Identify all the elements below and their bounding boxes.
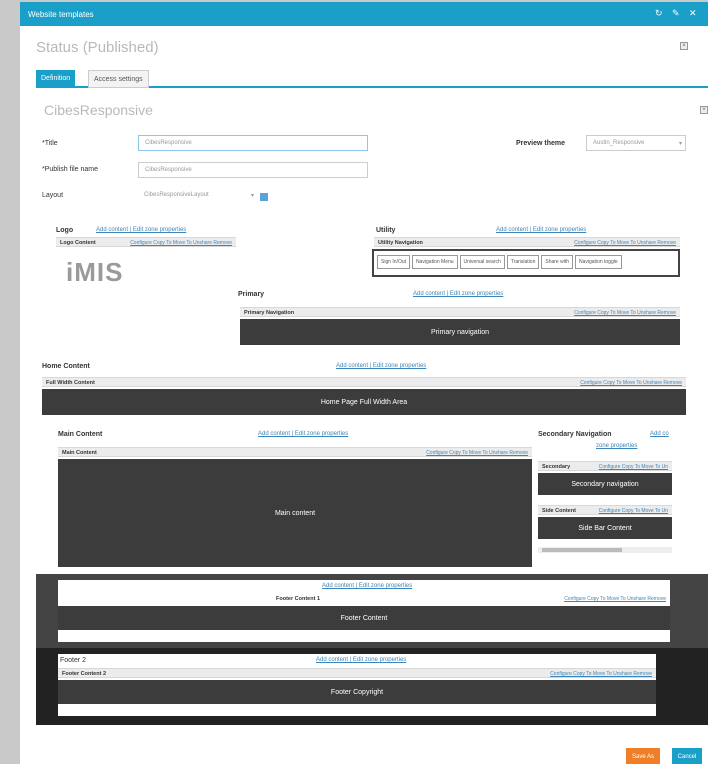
footer-copyright-block[interactable]: Footer Copyright	[58, 680, 656, 704]
utility-item[interactable]: Navigation Menu	[412, 255, 458, 269]
footer2-content-bar: Footer Content 2 Configure Copy To Move …	[58, 668, 656, 678]
side-content-label: Side Content	[542, 508, 576, 514]
footer2-zone-links[interactable]: Add content | Edit zone properties	[316, 657, 406, 663]
template-name-heading: CibesResponsive	[44, 102, 153, 118]
secondary-navigation-block[interactable]: Secondary navigation	[538, 473, 672, 495]
footer2-band: Footer 2 Add content | Edit zone propert…	[36, 648, 708, 725]
footer1-zone-links[interactable]: Add content | Edit zone properties	[322, 583, 412, 589]
utility-item[interactable]: Navigation toggle	[574, 255, 622, 269]
utility-items-row: Sign In/Out Navigation Menu Universal sear…	[372, 249, 680, 277]
full-width-content-actions[interactable]: Configure Copy To Move To Unshare Remove	[580, 380, 682, 386]
main-content-label: Main Content	[62, 450, 97, 456]
chevron-down-icon: ▾	[250, 193, 254, 199]
layout-info-icon[interactable]	[260, 193, 268, 201]
footer1-band: Add content | Edit zone properties Foote…	[36, 574, 708, 648]
close-icon[interactable]: ✕	[689, 8, 697, 19]
publish-file-label: *Publish file name	[42, 166, 99, 173]
cancel-button[interactable]: Cancel	[672, 748, 702, 764]
home-zone-name: Home Content	[42, 363, 90, 370]
home-full-width-block[interactable]: Home Page Full Width Area	[42, 389, 686, 415]
tab-bar: Definition Access settings	[36, 68, 708, 88]
side-content-actions[interactable]: Configure Copy To Move To Un	[599, 508, 668, 514]
layout-label: Layout	[42, 192, 64, 199]
full-width-content-bar: Full Width Content Configure Copy To Mov…	[42, 377, 686, 387]
publish-file-input[interactable]: CibesResponsive	[138, 162, 368, 178]
side-content-bar: Side Content Configure Copy To Move To U…	[538, 505, 672, 515]
main-content-actions[interactable]: Configure Copy To Move To Unshare Remove	[426, 450, 528, 456]
utility-item[interactable]: Translation	[506, 255, 540, 269]
utility-navigation-label: Utility Navigation	[378, 240, 423, 246]
primary-navigation-bar: Primary Navigation Configure Copy To Mov…	[240, 307, 680, 317]
secondary-bar: Secondary Configure Copy To Move To Un	[538, 461, 672, 471]
tab-definition[interactable]: Definition	[36, 70, 76, 88]
utility-zone-links[interactable]: Add content | Edit zone properties	[496, 227, 586, 233]
logo-content-bar: Logo Content Configure Copy To Move To U…	[56, 237, 236, 247]
website-templates-dialog: Website templates ↻ ✎ ✕ Status (Publishe…	[20, 2, 708, 764]
primary-navigation-label: Primary Navigation	[244, 310, 295, 316]
panel-collapse-icon[interactable]: ×	[700, 106, 708, 114]
footer2-content-label: Footer Content 2	[62, 671, 106, 677]
layout-value: CibesResponsiveLayout	[144, 192, 209, 198]
utility-zone-name: Utility	[376, 227, 396, 234]
logo-content-actions[interactable]: Configure Copy To Move To Unshare Remove	[130, 240, 232, 246]
footer1-content-actions[interactable]: Configure Copy To Move To Unshare Remove	[564, 596, 666, 602]
primary-navigation-actions[interactable]: Configure Copy To Move To Unshare Remove	[574, 310, 676, 316]
title-input[interactable]: CibesResponsive	[138, 135, 368, 151]
refresh-icon[interactable]: ↻	[655, 8, 663, 19]
footer1-content-bar: Footer Content 1 Configure Copy To Move …	[58, 594, 670, 604]
template-panel: CibesResponsive × *Title CibesResponsive…	[36, 95, 708, 735]
layout-select[interactable]: CibesResponsiveLayout ▾	[138, 188, 256, 204]
home-zone-links[interactable]: Add content | Edit zone properties	[336, 363, 426, 369]
imis-logo: iMIS	[66, 257, 124, 287]
primary-zone-links[interactable]: Add content | Edit zone properties	[413, 291, 503, 297]
horizontal-scrollbar[interactable]	[538, 547, 672, 553]
preview-theme-value: Austin_Responsive	[593, 140, 645, 146]
dialog-title: Website templates	[28, 10, 94, 19]
save-as-button[interactable]: Save As	[626, 748, 660, 764]
utility-navigation-actions[interactable]: Configure Copy To Move To Unshare Remove	[574, 240, 676, 246]
status-heading: Status (Published)	[36, 39, 159, 56]
utility-item[interactable]: Share with	[541, 255, 573, 269]
main-content-block[interactable]: Main content	[58, 459, 532, 567]
footer1-content-label: Footer Content 1	[276, 596, 320, 602]
footer1-zone: Add content | Edit zone properties Foote…	[58, 580, 670, 642]
secondary-edit-link[interactable]: zone properties	[596, 443, 637, 449]
side-bar-content-block[interactable]: Side Bar Content	[538, 517, 672, 539]
chevron-down-icon: ▾	[678, 141, 682, 147]
utility-item[interactable]: Universal search	[459, 255, 505, 269]
main-zone-links[interactable]: Add content | Edit zone properties	[258, 431, 348, 437]
secondary-label: Secondary	[542, 464, 571, 470]
footer2-zone-name: Footer 2	[60, 657, 87, 664]
secondary-add-link[interactable]: Add co	[650, 431, 669, 437]
preview-theme-label: Preview theme	[516, 140, 566, 147]
logo-zone-links[interactable]: Add content | Edit zone properties	[96, 227, 186, 233]
title-label: *Title	[42, 140, 58, 147]
pin-icon[interactable]: ✎	[672, 8, 680, 19]
footer2-content-actions[interactable]: Configure Copy To Move To Unshare Remove	[550, 671, 652, 677]
secondary-zone-name: Secondary Navigation	[538, 431, 612, 438]
tab-access-settings[interactable]: Access settings	[88, 70, 149, 88]
footer-content-block[interactable]: Footer Content	[58, 606, 670, 630]
logo-zone-name: Logo	[56, 227, 74, 234]
main-content-bar: Main Content Configure Copy To Move To U…	[58, 447, 532, 457]
scrollbar-thumb[interactable]	[542, 548, 622, 552]
secondary-actions[interactable]: Configure Copy To Move To Un	[599, 464, 668, 470]
primary-zone-name: Primary	[238, 291, 265, 298]
collapse-icon[interactable]: ×	[680, 42, 688, 50]
primary-navigation-block[interactable]: Primary navigation	[240, 319, 680, 345]
full-width-content-label: Full Width Content	[46, 380, 95, 386]
utility-item[interactable]: Sign In/Out	[377, 255, 411, 269]
utility-navigation-bar: Utility Navigation Configure Copy To Mov…	[374, 237, 680, 247]
preview-theme-select[interactable]: Austin_Responsive ▾	[586, 135, 686, 151]
dialog-titlebar: Website templates ↻ ✎ ✕	[20, 2, 708, 26]
main-zone-name: Main Content	[58, 431, 103, 438]
footer2-zone: Footer 2 Add content | Edit zone propert…	[58, 654, 656, 716]
logo-content-label: Logo Content	[60, 240, 96, 246]
